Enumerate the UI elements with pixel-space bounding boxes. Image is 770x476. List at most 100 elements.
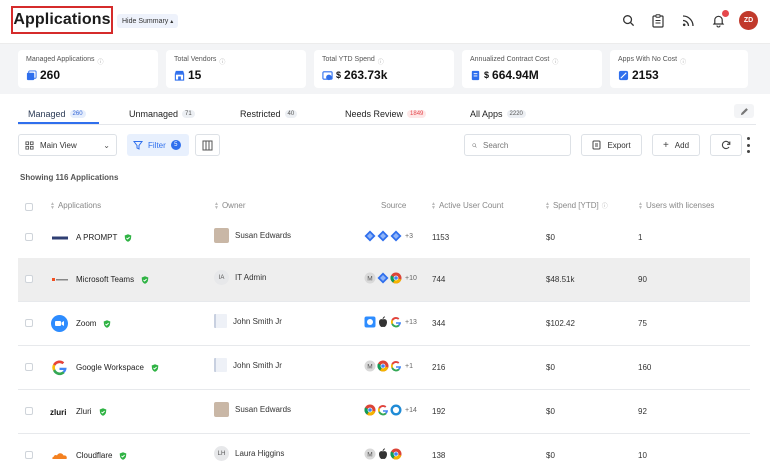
refresh-button[interactable] [710,134,742,156]
summary-card-ytd-spend: Total YTD Spend ⓘ $263.73k [314,50,454,88]
tab-needs-review[interactable]: Needs Review 1849 [345,106,427,122]
app-name[interactable]: Google Workspace [76,363,144,372]
app-name[interactable]: A PROMPT [76,233,117,242]
m-source-icon: M [364,272,376,284]
owner-name: IT Admin [235,273,267,282]
info-icon: ⓘ [601,204,608,210]
owner-avatar-flag [214,314,227,328]
verified-shield-icon [120,451,127,460]
chrome-icon [390,448,402,460]
owner-name: John Smith Jr [233,316,282,326]
spend-ytd: $0 [546,233,555,242]
export-button[interactable]: Export [581,134,642,156]
row-checkbox[interactable] [25,233,33,241]
more-sources-count[interactable]: +3 [405,233,413,240]
active-user-count: 192 [432,407,446,416]
column-header-applications[interactable]: ▲ ▼ Applications [50,201,101,210]
table-row[interactable]: A PROMPT Susan Edwards +3 1153 $0 1 [18,216,750,260]
more-sources-count[interactable]: +13 [405,319,417,326]
summary-label: Total YTD Spend [322,56,375,63]
source-icons[interactable]: M +1 [364,360,413,372]
edit-tabs-button[interactable] [734,104,754,118]
apps-icon [26,69,37,80]
row-checkbox[interactable] [25,275,33,283]
notification-bell-icon[interactable] [709,9,729,30]
tab-count: 71 [182,110,195,118]
source-icons[interactable]: +3 [364,230,413,242]
search-input[interactable] [483,140,563,150]
row-checkbox[interactable] [25,319,33,327]
owner-avatar: IA [214,270,229,285]
zluri-logo-icon: zluri [50,402,69,421]
vendor-icon [174,70,185,81]
users-with-licenses: 90 [638,275,647,284]
row-checkbox[interactable] [25,407,33,415]
columns-button[interactable] [195,134,220,156]
currency-symbol: $ [336,70,342,80]
caret-up-icon: ▴ [170,18,174,25]
more-sources-count[interactable]: +14 [405,407,417,414]
table-row[interactable]: Cloudflare LH Laura Higgins M 138 $0 10 [18,434,750,476]
add-button[interactable]: + Add [652,134,700,156]
diamond-source-icon [364,230,376,242]
more-sources-count[interactable]: +10 [405,275,417,282]
app-name[interactable]: Cloudflare [76,451,112,460]
tab-label: Unmanaged [129,109,179,119]
feed-icon[interactable] [679,12,697,30]
table-row[interactable]: Microsoft Teams IA IT Admin M +10 744 $4… [18,258,750,302]
more-options-icon[interactable] [745,137,751,153]
tab-label: All Apps [470,109,503,119]
user-avatar[interactable]: ZD [739,11,758,30]
column-header-licenses[interactable]: ▲ ▼ Users with licenses [638,201,714,210]
tab-restricted[interactable]: Restricted 40 [240,106,298,122]
info-icon: ⓘ [219,60,226,66]
users-with-licenses: 1 [638,233,643,242]
column-header-active-users[interactable]: ▲ ▼ Active User Count [431,201,503,210]
hide-summary-button[interactable]: Hide Summary ▴ [117,14,179,28]
search-box[interactable] [464,134,571,156]
owner-name: Susan Edwards [235,405,292,414]
search-icon[interactable] [619,12,637,30]
active-user-count: 744 [432,275,446,284]
app-name[interactable]: Microsoft Teams [76,275,134,284]
table-header: ▲ ▼ Applications ▲ ▼ Owner Source ▲ ▼ Activ… [18,198,750,216]
column-label: Spend [YTD] [552,201,599,210]
top-bar: Applications Hide Summary ▴ ZD [0,0,770,44]
source-icons[interactable]: +13 [364,316,417,328]
table-row[interactable]: Zoom John Smith Jr +13 344 $102.42 75 [18,302,750,346]
microsoft-logo-icon [50,270,69,289]
a-prompt-logo-icon [50,228,69,247]
summary-label: Annualized Contract Cost [470,56,550,63]
source-icons[interactable]: +14 [364,404,417,416]
table-row[interactable]: zluri Zluri Susan Edwards +14 192 $0 92 [18,390,750,434]
source-icons[interactable]: M [364,448,402,460]
summary-band: Managed Applications ⓘ 260 Total Vendors ⓘ… [0,44,770,94]
table-row[interactable]: Google Workspace John Smith Jr M +1 216 … [18,346,750,390]
google-workspace-logo-icon [50,358,69,377]
view-select[interactable]: Main View ⌄ [18,134,117,156]
column-label: Applications [57,201,102,210]
column-header-owner[interactable]: ▲ ▼ Owner [214,201,246,210]
select-all-checkbox[interactable] [25,203,33,211]
source-icons[interactable]: M +10 [364,272,417,284]
column-header-spend[interactable]: ▲ ▼ Spend [YTD] ⓘ [545,201,608,210]
more-sources-count[interactable]: +1 [405,363,413,370]
tab-managed[interactable]: Managed 260 [28,106,86,122]
info-icon: ⓘ [680,60,687,66]
owner-name: Susan Edwards [235,231,292,240]
summary-card-no-cost: Apps With No Cost ⓘ 2153 [610,50,748,88]
app-name[interactable]: Zoom [76,319,96,328]
tab-all-apps[interactable]: All Apps 2220 [470,106,526,122]
export-label: Export [607,140,631,150]
filter-button[interactable]: Filter 5 [127,134,189,156]
tab-label: Managed [28,109,66,119]
summary-value: 2153 [632,68,659,82]
tab-count: 260 [69,110,86,118]
tab-unmanaged[interactable]: Unmanaged 71 [129,106,195,122]
row-checkbox[interactable] [25,363,33,371]
row-checkbox[interactable] [25,451,33,459]
clipboard-icon[interactable] [649,12,667,30]
app-name[interactable]: Zluri [76,407,92,416]
owner-name: Laura Higgins [235,449,285,458]
m-source-icon: M [364,448,376,460]
